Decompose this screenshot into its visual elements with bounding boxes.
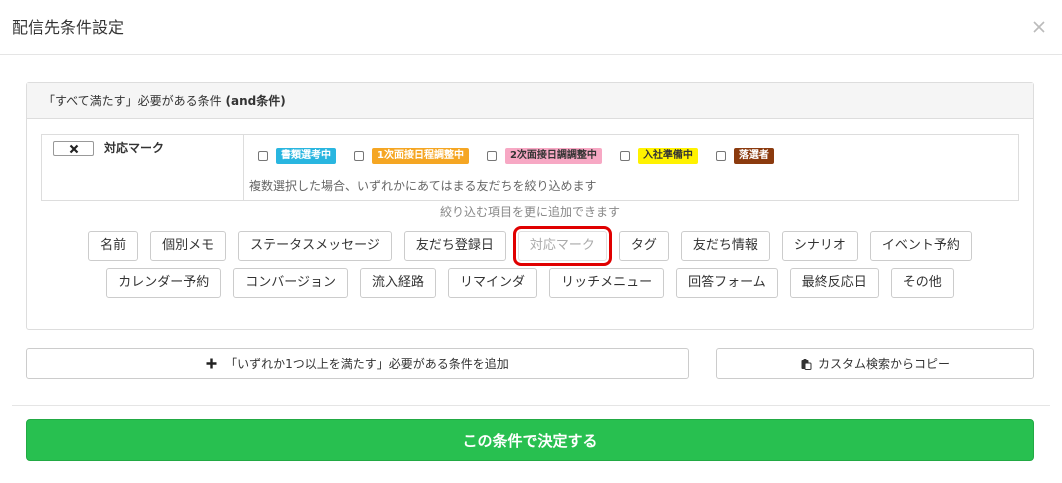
and-condition-header-text: 「すべて満たす」必要がある条件	[43, 94, 226, 108]
copy-from-custom-search-label: カスタム検索からコピー	[817, 357, 950, 371]
condition-row-label-cell: 対応マーク	[42, 135, 244, 200]
modal-header: 配信先条件設定	[0, 0, 1062, 55]
filter-chip[interactable]: イベント予約	[869, 231, 972, 261]
mark-option[interactable]: 落選者	[715, 148, 774, 164]
filter-chip[interactable]: 個別メモ	[150, 231, 227, 261]
filter-chip[interactable]: 流入経路	[360, 268, 437, 298]
mark-option-checkbox[interactable]	[619, 151, 630, 161]
and-condition-header-bold: (and条件)	[225, 94, 286, 108]
footer-divider	[12, 405, 1050, 406]
filter-chip-row-2: カレンダー予約 コンバージョン 流入経路 リマインダ リッチメニュー 回答フォーム 最終反応…	[27, 268, 1033, 298]
condition-row-mark: 対応マーク 書類選考中 1次面接日程調整中 2次面接日調調整中 入社準備中 落選者 複数…	[41, 134, 1019, 201]
copy-from-custom-search-button[interactable]: カスタム検索からコピー	[716, 348, 1034, 379]
add-filter-hint: 絞り込む項目を更に追加できます	[439, 205, 620, 219]
mark-option[interactable]: 1次面接日程調整中	[354, 148, 469, 164]
filter-chip[interactable]: カレンダー予約	[106, 268, 222, 298]
and-condition-header: 「すべて満たす」必要がある条件 (and条件)	[27, 83, 1033, 119]
submit-conditions-label: この条件で決定する	[462, 431, 598, 450]
mark-badge: 1次面接日程調整中	[372, 148, 469, 164]
mark-option-checkbox[interactable]	[486, 151, 497, 161]
filter-chip[interactable]: ステータスメッセージ	[238, 231, 392, 261]
mark-badge: 入社準備中	[637, 148, 698, 164]
filter-chip[interactable]: リマインダ	[448, 268, 538, 298]
condition-label: 対応マーク	[104, 141, 165, 155]
filter-chip[interactable]: 最終反応日	[789, 268, 879, 298]
filter-chip[interactable]: 対応マーク	[512, 226, 612, 266]
modal-title: 配信先条件設定	[12, 18, 125, 37]
filter-chip[interactable]: 回答フォーム	[676, 268, 778, 298]
mark-option-checkbox[interactable]	[715, 151, 726, 161]
clipboard-icon	[801, 358, 812, 370]
close-icon	[69, 144, 78, 153]
remove-condition-button[interactable]	[53, 141, 94, 156]
filter-chip[interactable]: タグ	[618, 231, 669, 261]
mark-option-checkbox[interactable]	[258, 151, 268, 161]
mark-option[interactable]: 入社準備中	[619, 148, 698, 164]
filter-chip[interactable]: コンバージョン	[233, 268, 349, 298]
condition-hint: 複数選択した場合、いずれかにあてはまる友だちを絞り込めます	[249, 179, 597, 193]
mark-badge: 書類選考中	[276, 148, 336, 164]
submit-conditions-button[interactable]: この条件で決定する	[26, 419, 1034, 461]
mark-option-checkbox[interactable]	[354, 151, 364, 161]
filter-chip[interactable]: 友だち情報	[680, 231, 770, 261]
and-condition-panel: 「すべて満たす」必要がある条件 (and条件) 対応マーク 書類選考中 1次面接日…	[26, 82, 1034, 330]
filter-chip[interactable]: 名前	[88, 231, 139, 261]
condition-row-options-cell: 書類選考中 1次面接日程調整中 2次面接日調調整中 入社準備中 落選者 複数選択した場合…	[244, 135, 1018, 200]
filter-chip[interactable]: その他	[890, 268, 954, 298]
close-icon[interactable]	[1032, 20, 1046, 34]
mark-badge: 落選者	[733, 148, 774, 164]
filter-chip-row-1: 名前 個別メモ ステータスメッセージ 友だち登録日 対応マーク タグ 友だち情報 シナリオ イベ…	[27, 226, 1033, 266]
add-or-condition-label: 「いずれか1つ以上を満たす」必要がある条件を追加	[225, 357, 509, 371]
mark-badge: 2次面接日調調整中	[504, 148, 602, 164]
filter-chip[interactable]: 友だち登録日	[403, 231, 506, 261]
filter-chip[interactable]: リッチメニュー	[549, 268, 665, 298]
mark-option[interactable]: 2次面接日調調整中	[486, 148, 602, 164]
mark-option[interactable]: 書類選考中	[258, 148, 336, 164]
filter-chip[interactable]: シナリオ	[781, 231, 858, 261]
mark-options: 書類選考中 1次面接日程調整中 2次面接日調調整中 入社準備中 落選者	[258, 148, 792, 164]
add-or-condition-button[interactable]: 「いずれか1つ以上を満たす」必要がある条件を追加	[26, 348, 689, 379]
plus-icon	[206, 358, 217, 369]
